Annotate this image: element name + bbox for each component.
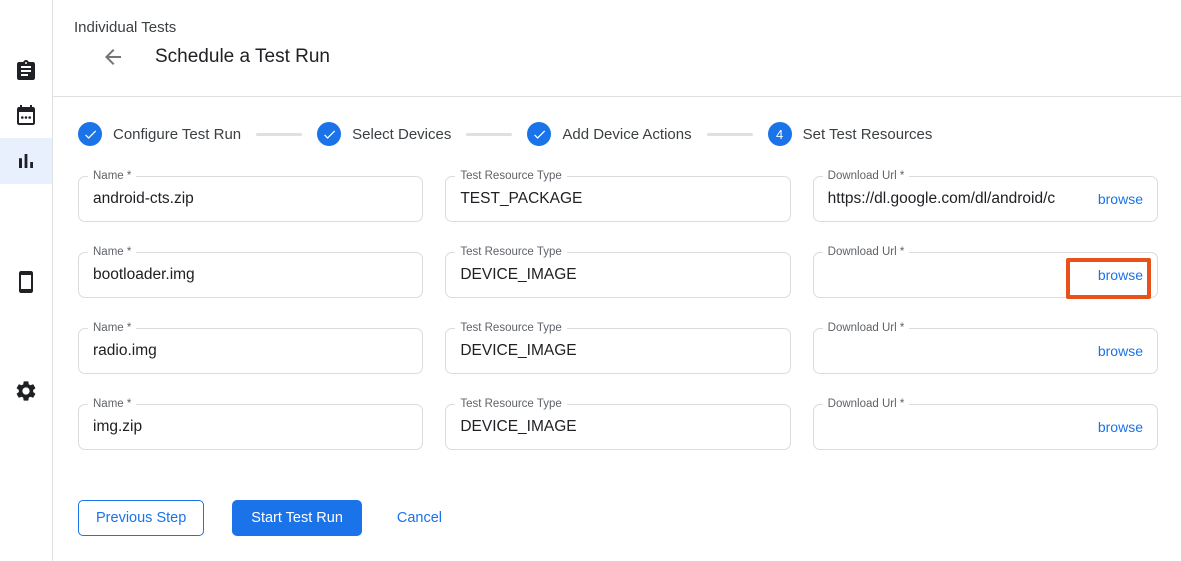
test-resource-type-field[interactable]: Test Resource Type TEST_PACKAGE xyxy=(445,176,790,222)
sidebar-item-devices[interactable] xyxy=(0,259,52,305)
field-label: Download Url * xyxy=(823,245,910,260)
step-configure-test-run[interactable]: Configure Test Run xyxy=(78,122,241,146)
field-label: Name * xyxy=(88,321,136,336)
field-label: Test Resource Type xyxy=(455,169,566,184)
step-complete-check-icon xyxy=(78,122,102,146)
step-label: Select Devices xyxy=(352,126,451,143)
step-connector xyxy=(256,133,302,136)
bar-chart-icon xyxy=(14,149,38,173)
previous-step-button[interactable]: Previous Step xyxy=(78,500,204,536)
type-value: DEVICE_IMAGE xyxy=(460,342,775,360)
smartphone-icon xyxy=(14,270,38,294)
name-value: bootloader.img xyxy=(93,266,408,284)
download-url-field[interactable]: Download Url * browse xyxy=(813,404,1158,450)
browse-link[interactable]: browse xyxy=(1098,343,1143,359)
main-panel: Individual Tests Schedule a Test Run Con… xyxy=(53,0,1181,561)
field-label: Name * xyxy=(88,169,136,184)
test-resource-type-field[interactable]: Test Resource Type DEVICE_IMAGE xyxy=(445,252,790,298)
download-url-field[interactable]: Download Url * browse xyxy=(813,328,1158,374)
back-button[interactable] xyxy=(101,45,125,69)
sidebar-item-test-plans[interactable] xyxy=(0,93,52,139)
calendar-icon xyxy=(14,104,38,128)
stepper: Configure Test Run Select Devices Add De… xyxy=(78,122,1158,146)
type-value: DEVICE_IMAGE xyxy=(460,266,775,284)
app-window: Individual Tests Schedule a Test Run Con… xyxy=(0,0,1181,561)
step-set-test-resources[interactable]: 4 Set Test Resources xyxy=(768,122,933,146)
download-url-field[interactable]: Download Url * https://dl.google.com/dl/… xyxy=(813,176,1158,222)
name-field[interactable]: Name * radio.img xyxy=(78,328,423,374)
sidebar xyxy=(0,0,53,561)
step-label: Configure Test Run xyxy=(113,126,241,143)
step-connector xyxy=(466,133,512,136)
test-resource-type-field[interactable]: Test Resource Type DEVICE_IMAGE xyxy=(445,328,790,374)
step-add-device-actions[interactable]: Add Device Actions xyxy=(527,122,691,146)
name-value: android-cts.zip xyxy=(93,190,408,208)
step-label: Set Test Resources xyxy=(803,126,933,143)
field-label: Test Resource Type xyxy=(455,245,566,260)
name-field[interactable]: Name * img.zip xyxy=(78,404,423,450)
sidebar-item-settings[interactable] xyxy=(0,368,52,414)
step-number-badge: 4 xyxy=(768,122,792,146)
browse-link[interactable]: browse xyxy=(1098,267,1143,283)
field-label: Download Url * xyxy=(823,321,910,336)
step-complete-check-icon xyxy=(317,122,341,146)
name-value: img.zip xyxy=(93,418,408,436)
field-label: Test Resource Type xyxy=(455,397,566,412)
name-field[interactable]: Name * android-cts.zip xyxy=(78,176,423,222)
field-label: Name * xyxy=(88,245,136,260)
test-resource-type-field[interactable]: Test Resource Type DEVICE_IMAGE xyxy=(445,404,790,450)
gear-icon xyxy=(14,379,38,403)
step-select-devices[interactable]: Select Devices xyxy=(317,122,451,146)
step-complete-check-icon xyxy=(527,122,551,146)
sidebar-item-test-runs[interactable] xyxy=(0,138,52,184)
breadcrumb: Individual Tests xyxy=(74,0,1181,36)
browse-link[interactable]: browse xyxy=(1098,191,1143,207)
cancel-button[interactable]: Cancel xyxy=(393,500,446,536)
start-test-run-button[interactable]: Start Test Run xyxy=(232,500,362,536)
name-field[interactable]: Name * bootloader.img xyxy=(78,252,423,298)
name-value: radio.img xyxy=(93,342,408,360)
download-url-field[interactable]: Download Url * browse xyxy=(813,252,1158,298)
test-resources-form: Name * android-cts.zip Test Resource Typ… xyxy=(78,176,1158,450)
step-connector xyxy=(707,133,753,136)
sidebar-item-tests[interactable] xyxy=(0,48,52,94)
field-label: Name * xyxy=(88,397,136,412)
field-label: Download Url * xyxy=(823,397,910,412)
clipboard-icon xyxy=(14,59,38,83)
page-title: Schedule a Test Run xyxy=(155,46,330,68)
browse-link[interactable]: browse xyxy=(1098,419,1143,435)
type-value: TEST_PACKAGE xyxy=(460,190,775,208)
field-label: Test Resource Type xyxy=(455,321,566,336)
step-label: Add Device Actions xyxy=(562,126,691,143)
page-header: Individual Tests Schedule a Test Run xyxy=(53,0,1181,97)
arrow-back-icon xyxy=(101,45,125,69)
form-actions: Previous Step Start Test Run Cancel xyxy=(78,500,1158,536)
field-label: Download Url * xyxy=(823,169,910,184)
type-value: DEVICE_IMAGE xyxy=(460,418,775,436)
url-value: https://dl.google.com/dl/android/c xyxy=(828,190,1088,208)
